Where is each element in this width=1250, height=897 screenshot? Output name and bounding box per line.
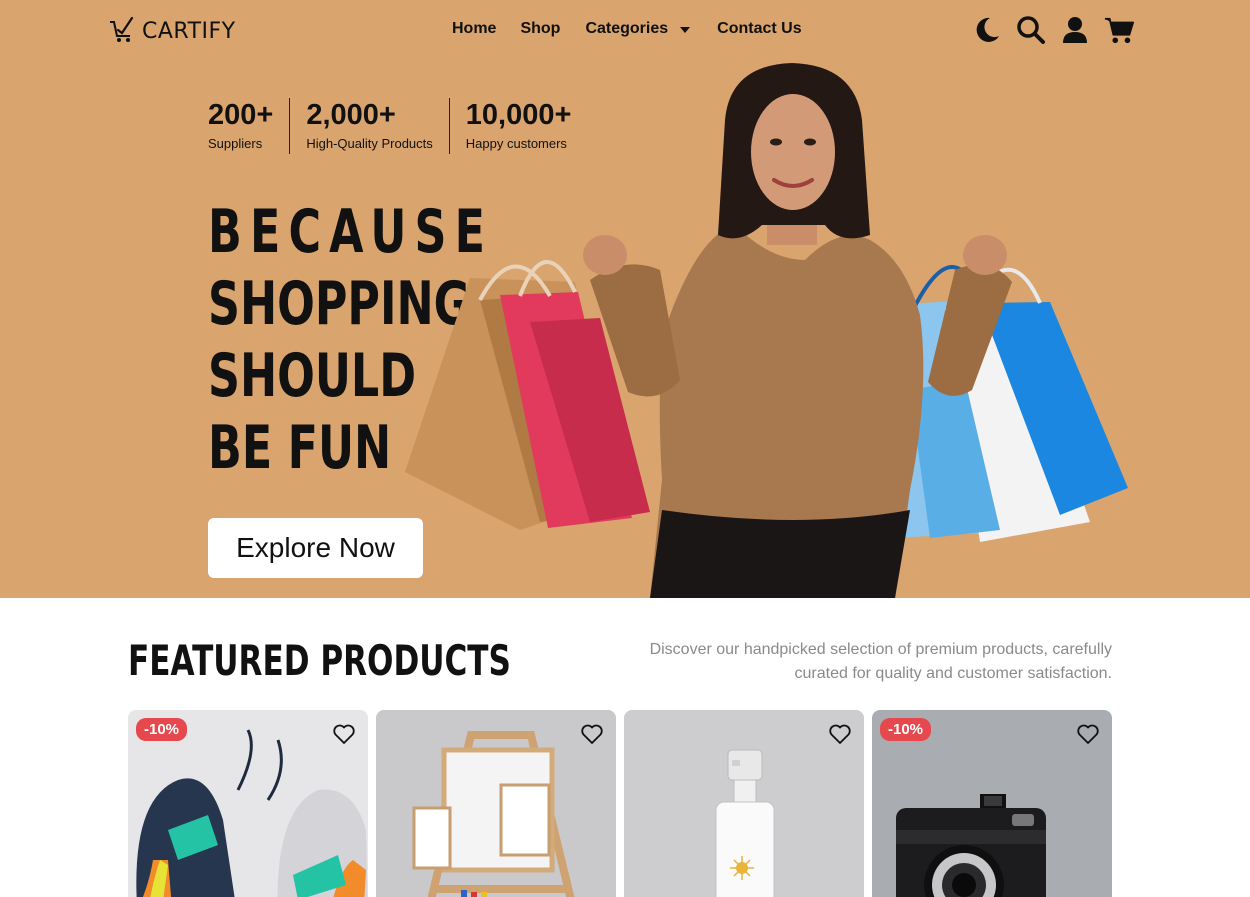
nav-shop[interactable]: Shop <box>520 20 560 38</box>
product-card[interactable] <box>624 710 864 897</box>
discount-badge: -10% <box>880 718 932 741</box>
stat-label: Suppliers <box>208 136 263 151</box>
nav-contact[interactable]: Contact Us <box>717 20 801 38</box>
featured-description: Discover our handpicked selection of pre… <box>649 641 1112 682</box>
user-icon[interactable] <box>1060 15 1090 45</box>
hero-section: CARTIFY Home Shop Categories Contact Us <box>0 0 1250 598</box>
brand-name: CARTIFY <box>142 19 236 44</box>
hero-shopper-image <box>405 63 1128 598</box>
navbar: CARTIFY Home Shop Categories Contact Us <box>0 0 1250 60</box>
heart-icon[interactable] <box>1076 722 1100 746</box>
product-grid: -10% -10% <box>128 710 1112 897</box>
caret-down-icon <box>680 27 691 33</box>
heart-icon[interactable] <box>828 722 852 746</box>
product-card[interactable]: -10% <box>128 710 368 897</box>
heart-icon[interactable] <box>580 722 604 746</box>
cart-logo-icon <box>108 14 138 49</box>
search-icon[interactable] <box>1016 15 1046 45</box>
nav-home[interactable]: Home <box>452 20 496 38</box>
stat-divider <box>289 98 291 154</box>
brand-logo[interactable]: CARTIFY <box>108 14 236 49</box>
product-card[interactable] <box>376 710 616 897</box>
stat-value: 200+ <box>208 99 274 131</box>
nav-categories[interactable]: Categories <box>585 20 691 38</box>
nav-categories-label: Categories <box>585 20 669 37</box>
heart-icon[interactable] <box>332 722 356 746</box>
discount-badge: -10% <box>136 718 188 741</box>
moon-icon[interactable] <box>972 15 1002 45</box>
explore-now-button[interactable]: Explore Now <box>208 518 423 578</box>
product-card[interactable]: -10% <box>872 710 1112 897</box>
cart-icon[interactable] <box>1104 15 1134 45</box>
stat-suppliers: 200+ Suppliers <box>208 98 273 154</box>
featured-title: FEATURED PRODUCTS <box>128 636 511 685</box>
